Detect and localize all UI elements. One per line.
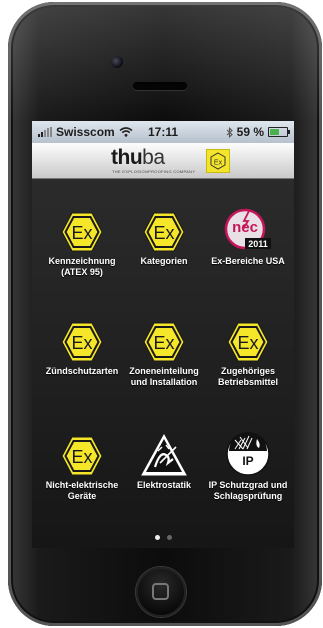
menu-item-4[interactable]: Ex Zündschutzarten: [38, 317, 126, 377]
menu-item-label-line1: Nicht-elektrische: [45, 480, 119, 490]
svg-text:Ex: Ex: [153, 333, 174, 353]
menu-item-label: Ex-Bereiche USA: [204, 256, 292, 267]
brand-logo: thuba: [111, 146, 165, 170]
page-indicator[interactable]: [32, 535, 294, 540]
menu-grid: Ex Kennzeichnung (ATEX 95) Ex Kategorien …: [32, 179, 294, 548]
ex-hexagon-icon: Ex: [204, 317, 292, 363]
carrier-name: Swisscom: [56, 125, 115, 139]
ex-hexagon-icon: Ex: [38, 207, 126, 253]
svg-text:Ex: Ex: [71, 447, 92, 467]
svg-text:Ex: Ex: [153, 223, 174, 243]
menu-item-label-line1: Zoneneinteilung: [129, 366, 199, 376]
menu-item-label-line1: Kategorien: [140, 256, 188, 266]
menu-item-label-line2: und Installation: [130, 377, 198, 387]
ex-hexagon-icon: Ex: [120, 207, 208, 253]
logo-light-text: ba: [142, 146, 165, 169]
menu-item-label-line1: Zugehöriges: [220, 366, 275, 376]
menu-item-6[interactable]: Ex Zugehöriges Betriebsmittel: [204, 317, 292, 388]
svg-text:2011: 2011: [248, 239, 268, 249]
menu-item-2[interactable]: Ex Kategorien: [120, 207, 208, 267]
menu-item-label-line2: Betriebsmittel: [217, 377, 279, 387]
menu-item-label-line1: Kennzeichnung: [48, 256, 116, 266]
menu-item-label: IP Schutzgrad und Schlagsprüfung: [204, 480, 292, 502]
menu-item-label: Zoneneinteilung und Installation: [120, 366, 208, 388]
menu-item-label-line2: Geräte: [67, 491, 97, 501]
battery-fill: [270, 129, 280, 135]
app-header: thuba THE EXPLOSIONPROOFING COMPANY Ex: [32, 143, 294, 179]
home-square-icon: [152, 583, 169, 600]
menu-item-label-line1: Zündschutzarten: [45, 366, 119, 376]
menu-item-label: Zündschutzarten: [38, 366, 126, 377]
svg-text:Ex: Ex: [214, 160, 223, 167]
menu-item-8[interactable]: Elektrostatik: [120, 431, 208, 491]
ip-shield-icon: IP: [204, 431, 292, 477]
page-dot[interactable]: [166, 535, 172, 540]
menu-item-label: Kennzeichnung (ATEX 95): [38, 256, 126, 278]
menu-item-label: Nicht-elektrische Geräte: [38, 480, 126, 502]
bluetooth-icon: [226, 126, 233, 138]
menu-item-7[interactable]: Ex Nicht-elektrische Geräte: [38, 431, 126, 502]
menu-item-label-line1: IP Schutzgrad und: [208, 480, 288, 490]
page-dot-active[interactable]: [154, 535, 160, 540]
menu-item-label: Elektrostatik: [120, 480, 208, 491]
menu-item-9[interactable]: IP IP Schutzgrad und Schlagsprüfung: [204, 431, 292, 502]
home-button[interactable]: [136, 567, 186, 617]
ex-hexagon-icon: Ex: [38, 431, 126, 477]
status-bar: Swisscom 17:11 59 %: [32, 121, 294, 143]
nec-2011-icon: nec 2011: [204, 207, 292, 253]
battery-icon: [268, 127, 290, 137]
svg-text:Ex: Ex: [237, 333, 258, 353]
wifi-icon: [119, 127, 133, 137]
earpiece-speaker: [133, 82, 187, 90]
ex-badge-icon: Ex: [206, 149, 230, 173]
signal-icon: [38, 127, 52, 137]
menu-item-label-line2: (ATEX 95): [61, 267, 103, 277]
status-right: 59 %: [226, 125, 290, 139]
menu-item-label-line2: Schlagsprüfung: [213, 491, 283, 501]
front-camera: [111, 56, 123, 68]
menu-item-5[interactable]: Ex Zoneneinteilung und Installation: [120, 317, 208, 388]
menu-item-label-line1: Elektrostatik: [136, 480, 192, 490]
logo-tagline: THE EXPLOSIONPROOFING COMPANY: [112, 169, 196, 174]
battery-percent: 59 %: [236, 125, 264, 139]
menu-item-label: Kategorien: [120, 256, 208, 267]
phone-screen: Swisscom 17:11 59 % thuba THE EXPLOSIONP…: [32, 121, 294, 548]
ex-hexagon-icon: Ex: [120, 317, 208, 363]
logo-bold-text: thu: [111, 146, 143, 169]
svg-text:Ex: Ex: [71, 223, 92, 243]
menu-item-1[interactable]: Ex Kennzeichnung (ATEX 95): [38, 207, 126, 278]
svg-text:Ex: Ex: [71, 333, 92, 353]
svg-text:IP: IP: [242, 454, 253, 468]
menu-item-label-line1: Ex-Bereiche USA: [211, 256, 285, 266]
ex-hexagon-icon: Ex: [38, 317, 126, 363]
menu-item-label: Zugehöriges Betriebsmittel: [204, 366, 292, 388]
esd-warning-icon: [120, 431, 208, 477]
menu-item-3[interactable]: nec 2011 Ex-Bereiche USA: [204, 207, 292, 267]
